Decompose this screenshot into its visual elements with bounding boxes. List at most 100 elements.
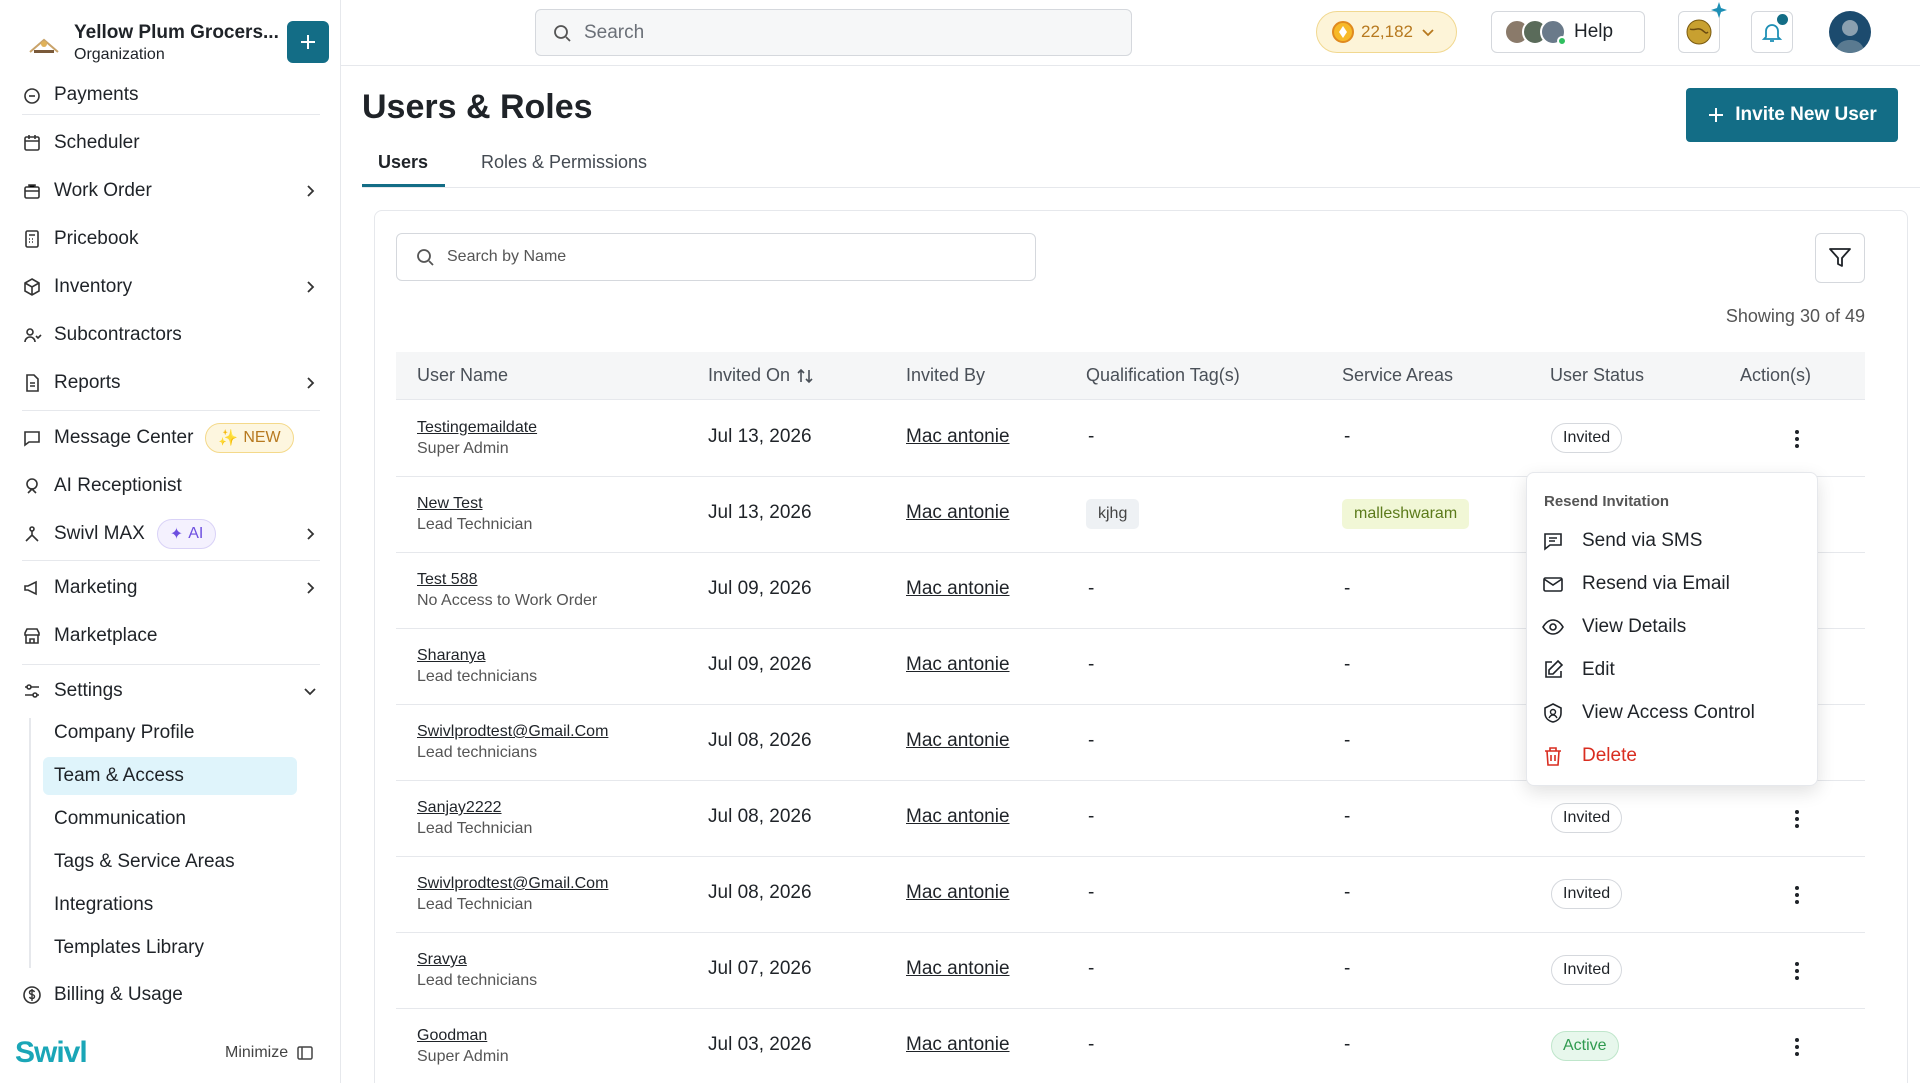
sidebar-item-inventory[interactable]: Inventory — [22, 267, 320, 307]
sidebar-subitem-templates-library[interactable]: Templates Library — [43, 929, 297, 967]
invited-by-link[interactable]: Mac antonie — [906, 426, 1010, 448]
user-name-link[interactable]: New Test — [417, 495, 532, 513]
sidebar-item-settings[interactable]: Settings — [22, 671, 320, 711]
user-name-link[interactable]: Swivlprodtest@Gmail.Com — [417, 875, 608, 893]
sidebar-item-reports[interactable]: Reports — [22, 363, 320, 403]
menu-item-view-details[interactable]: View Details — [1542, 607, 1804, 647]
sidebar-subitem-communication[interactable]: Communication — [43, 800, 297, 838]
users-icon — [22, 325, 42, 345]
sidebar-item-work-order[interactable]: Work Order — [22, 171, 320, 211]
tabs: Users Roles & Permissions — [362, 148, 1920, 188]
sidebar-item-ai-receptionist[interactable]: AI Receptionist — [22, 466, 320, 506]
sidebar-item-marketing[interactable]: Marketing — [22, 568, 320, 608]
user-cell: Sharanya Lead technicians — [417, 647, 537, 686]
status-badge: Invited — [1551, 955, 1623, 985]
status-badge: Invited — [1551, 423, 1623, 453]
sidebar-subitem-tags-service-areas[interactable]: Tags & Service Areas — [43, 843, 297, 881]
invited-by-link[interactable]: Mac antonie — [906, 958, 1010, 980]
global-search-input[interactable] — [584, 21, 1104, 44]
invited-by-link[interactable]: Mac antonie — [906, 502, 1010, 524]
minimize-button[interactable]: Minimize — [225, 1044, 314, 1062]
add-button[interactable] — [287, 21, 329, 63]
page-title: Users & Roles — [362, 88, 593, 126]
tab-users[interactable]: Users — [378, 152, 428, 173]
more-vertical-icon — [1794, 884, 1800, 906]
row-actions-button[interactable] — [1785, 807, 1809, 831]
filter-button[interactable] — [1815, 233, 1865, 283]
menu-header: Resend Invitation — [1544, 493, 1670, 510]
sparkle-icon: ✨ — [218, 430, 239, 447]
user-name-link[interactable]: Test 588 — [417, 571, 597, 589]
profile-avatar[interactable] — [1829, 11, 1871, 53]
sidebar-item-pricebook[interactable]: Pricebook — [22, 219, 320, 259]
invited-by-link[interactable]: Mac antonie — [906, 806, 1010, 828]
invited-by-link[interactable]: Mac antonie — [906, 578, 1010, 600]
sidebar-item-payments[interactable]: Payments — [22, 70, 320, 106]
search-icon — [415, 247, 435, 267]
user-name-link[interactable]: Sharanya — [417, 647, 537, 665]
column-label: User Status — [1550, 365, 1645, 385]
sidebar-item-message-center[interactable]: Message Center ✨ NEW — [22, 418, 320, 458]
column-label: Action(s) — [1740, 365, 1812, 385]
row-actions-button[interactable] — [1785, 1035, 1809, 1059]
column-header-invited-by[interactable]: Invited By — [906, 365, 985, 386]
invited-on: Jul 08, 2026 — [708, 882, 812, 903]
org-name: Yellow Plum Grocers... — [74, 22, 279, 43]
invited-by-link[interactable]: Mac antonie — [906, 730, 1010, 752]
column-label: Invited On — [708, 365, 791, 385]
user-name-link[interactable]: Sanjay2222 — [417, 799, 532, 817]
badge-label: NEW — [243, 429, 281, 446]
column-header-user-name[interactable]: User Name — [417, 365, 508, 386]
user-cell: Swivlprodtest@Gmail.Com Lead Technician — [417, 875, 608, 914]
menu-item-label: Edit — [1582, 659, 1615, 680]
user-name-link[interactable]: Goodman — [417, 1027, 509, 1045]
invited-by-link[interactable]: Mac antonie — [906, 882, 1010, 904]
table-row: Goodman Super Admin Jul 03, 2026 Mac antoni… — [396, 1009, 1865, 1083]
sidebar-item-billing[interactable]: Billing & Usage — [22, 975, 320, 1015]
calendar-icon — [22, 133, 42, 153]
invited-by-link[interactable]: Mac antonie — [906, 1034, 1010, 1056]
row-actions-button[interactable] — [1785, 959, 1809, 983]
sidebar-subitem-company-profile[interactable]: Company Profile — [43, 714, 297, 752]
qualification-tags: - — [1088, 882, 1095, 903]
row-actions-button[interactable] — [1785, 883, 1809, 907]
coins-balance[interactable]: 22,182 — [1316, 11, 1457, 53]
sidebar-subitem-team-access[interactable]: Team & Access — [43, 757, 297, 795]
sidebar-subitem-integrations[interactable]: Integrations — [43, 886, 297, 924]
assistant-button[interactable] — [1678, 2, 1727, 53]
user-status: Invited — [1551, 803, 1623, 833]
menu-item-send-sms[interactable]: Send via SMS — [1542, 521, 1804, 561]
menu-item-resend-email[interactable]: Resend via Email — [1542, 564, 1804, 604]
divider — [22, 664, 320, 665]
invited-by-link[interactable]: Mac antonie — [906, 654, 1010, 676]
active-tab-indicator — [362, 184, 445, 187]
help-button[interactable]: Help — [1491, 11, 1645, 53]
invited-on: Jul 08, 2026 — [708, 730, 812, 751]
sidebar-item-marketplace[interactable]: Marketplace — [22, 616, 320, 656]
org-logo-icon — [26, 30, 62, 60]
invited-on: Jul 13, 2026 — [708, 502, 812, 523]
user-name-link[interactable]: Swivlprodtest@Gmail.Com — [417, 723, 608, 741]
menu-item-edit[interactable]: Edit — [1542, 650, 1804, 690]
column-header-qualification[interactable]: Qualification Tag(s) — [1086, 365, 1240, 386]
more-vertical-icon — [1794, 960, 1800, 982]
sidebar-item-swivl-max[interactable]: Swivl MAX ✦ AI — [22, 514, 320, 554]
column-header-user-status[interactable]: User Status — [1550, 365, 1644, 386]
notifications-button[interactable] — [1751, 11, 1793, 53]
org-switcher[interactable]: Yellow Plum Grocers... Organization — [22, 18, 332, 74]
column-header-invited-on[interactable]: Invited On — [708, 365, 814, 386]
column-header-service-areas[interactable]: Service Areas — [1342, 365, 1453, 386]
row-actions-button[interactable] — [1785, 427, 1809, 451]
user-name-link[interactable]: Testingemaildate — [417, 419, 537, 437]
name-search[interactable] — [396, 233, 1036, 281]
menu-item-delete[interactable]: Delete — [1542, 736, 1804, 776]
tab-roles-permissions[interactable]: Roles & Permissions — [481, 152, 647, 173]
name-search-input[interactable] — [447, 248, 1007, 266]
sidebar-item-subcontractors[interactable]: Subcontractors — [22, 315, 320, 355]
sidebar-item-scheduler[interactable]: Scheduler — [22, 123, 320, 163]
menu-item-view-access-control[interactable]: View Access Control — [1542, 693, 1804, 733]
sort-icon[interactable] — [796, 367, 814, 385]
user-name-link[interactable]: Sravya — [417, 951, 537, 969]
global-search[interactable] — [535, 9, 1132, 56]
invite-new-user-button[interactable]: Invite New User — [1686, 88, 1898, 142]
